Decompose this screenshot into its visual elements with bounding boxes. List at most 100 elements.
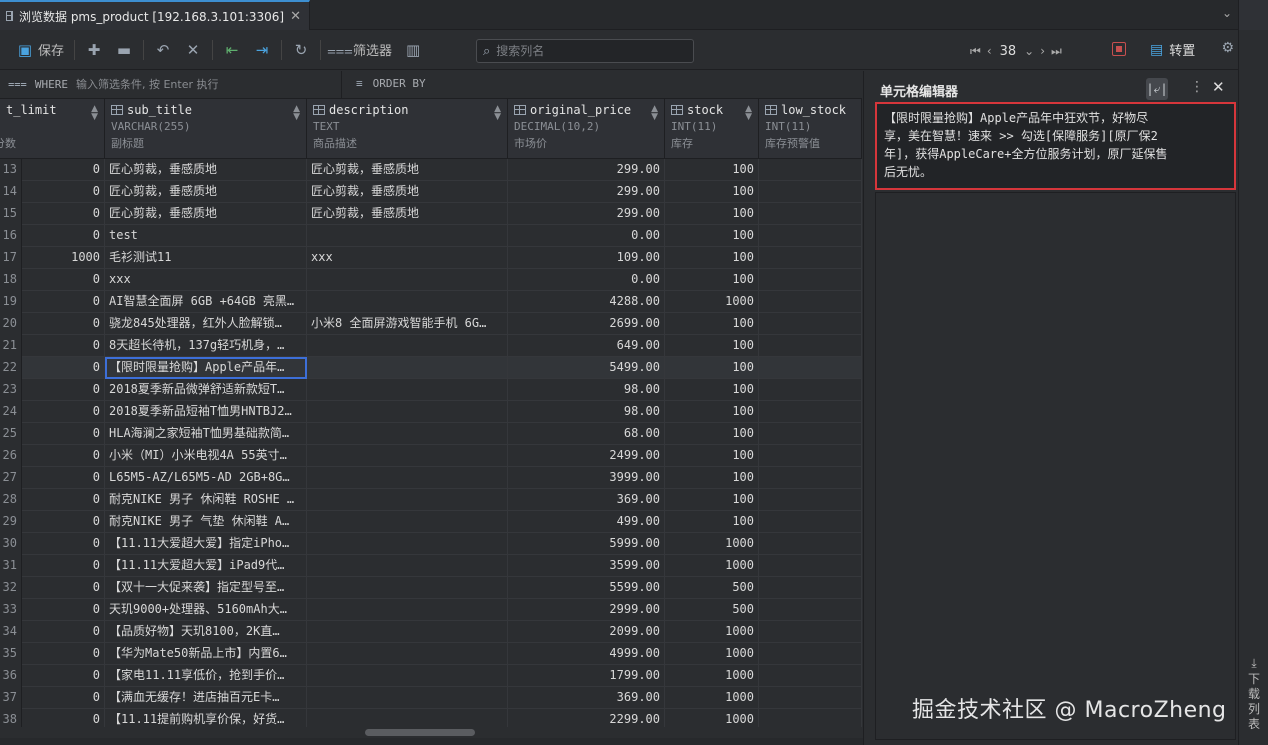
cell-low-stock[interactable] [759,313,862,335]
refresh-button[interactable]: ↻ [286,36,316,64]
cell-sub-title[interactable]: 2018夏季新品微弹舒适新款短T… [105,379,307,401]
cell-original-price[interactable]: 2999.00 [508,599,665,621]
cell-stock[interactable]: 1000 [665,621,759,643]
cell-description[interactable] [307,489,508,511]
cell-low-stock[interactable] [759,423,862,445]
cell-original-price[interactable]: 369.00 [508,687,665,709]
cell-limit[interactable]: 0 [22,269,105,291]
chevron-down-icon[interactable]: ⌄ [1024,44,1034,58]
cell-low-stock[interactable] [759,379,862,401]
table-row[interactable]: 33 0 天玑9000+处理器、5160mAh大… 2999.00 500 [0,599,862,621]
page-number[interactable]: 38 [998,44,1019,59]
sort-icon[interactable]: ▲ ▼ [745,105,752,122]
cell-stock[interactable]: 100 [665,357,759,379]
cell-description[interactable]: xxx [307,247,508,269]
cell-stock[interactable]: 1000 [665,709,759,727]
cell-limit[interactable]: 1000 [22,247,105,269]
cell-description[interactable]: 匠心剪裁，垂感质地 [307,159,508,181]
cell-low-stock[interactable] [759,291,862,313]
cell-low-stock[interactable] [759,335,862,357]
cell-sub-title[interactable]: 毛衫测试11 [105,247,307,269]
cell-stock[interactable]: 500 [665,577,759,599]
cell-original-price[interactable]: 2299.00 [508,709,665,727]
cell-description[interactable] [307,225,508,247]
cell-sub-title[interactable]: 耐克NIKE 男子 休闲鞋 ROSHE … [105,489,307,511]
cell-stock[interactable]: 100 [665,203,759,225]
table-row[interactable]: 36 0 【家电11.11享低价，抢到手价… 1799.00 1000 [0,665,862,687]
cell-description[interactable] [307,423,508,445]
table-row[interactable]: 24 0 2018夏季新品短袖T恤男HNTBJ2… 98.00 100 [0,401,862,423]
first-page-icon[interactable]: ⏮ [970,44,981,59]
cell-limit[interactable]: 0 [22,379,105,401]
settings-icon[interactable]: ⚙ [1221,40,1234,56]
cell-limit[interactable]: 0 [22,621,105,643]
cell-sub-title[interactable]: 【双十一大促来袭】指定型号至… [105,577,307,599]
delete-row-button[interactable]: ▬ [109,36,139,64]
cell-low-stock[interactable] [759,643,862,665]
column-view-button[interactable]: ▥ [398,36,428,64]
cell-sub-title[interactable]: L65M5-AZ/L65M5-AD 2GB+8G… [105,467,307,489]
cell-description[interactable] [307,687,508,709]
cell-sub-title[interactable]: 2018夏季新品短袖T恤男HNTBJ2… [105,401,307,423]
cell-low-stock[interactable] [759,445,862,467]
cell-limit[interactable]: 0 [22,599,105,621]
stop-button[interactable] [1112,42,1126,56]
cell-description[interactable] [307,709,508,727]
cell-low-stock[interactable] [759,401,862,423]
tab-browse-data[interactable]: 浏览数据 pms_product [192.168.3.101:3306] ✕ [0,0,310,30]
cell-low-stock[interactable] [759,225,862,247]
cell-low-stock[interactable] [759,357,862,379]
save-button[interactable]: ▣ 保存 [10,36,70,64]
cell-original-price[interactable]: 4288.00 [508,291,665,313]
last-page-icon[interactable]: ⏭ [1051,44,1062,59]
where-input[interactable] [75,77,306,91]
cell-sub-title[interactable]: 匠心剪裁，垂感质地 [105,181,307,203]
cell-low-stock[interactable] [759,577,862,599]
cell-sub-title[interactable]: 8天超长待机，137g轻巧机身，… [105,335,307,357]
order-by-filter[interactable]: ≡ ORDER BY [356,77,426,90]
table-row[interactable]: 20 0 骁龙845处理器，红外人脸解锁… 小米8 全面屏游戏智能手机 6G… 2699… [0,313,862,335]
cell-low-stock[interactable] [759,599,862,621]
cell-sub-title[interactable]: 【11.11提前购机享价保，好货… [105,709,307,727]
cell-original-price[interactable]: 299.00 [508,203,665,225]
cell-original-price[interactable]: 0.00 [508,269,665,291]
cell-sub-title[interactable]: 【华为Mate50新品上市】内置6… [105,643,307,665]
import-button[interactable]: ⇤ [217,36,247,64]
cell-stock[interactable]: 100 [665,401,759,423]
table-row[interactable]: 19 0 AI智慧全面屏 6GB +64GB 亮黑… 4288.00 1000 [0,291,862,313]
search-input[interactable] [496,44,677,58]
cell-original-price[interactable]: 109.00 [508,247,665,269]
cell-stock[interactable]: 1000 [665,555,759,577]
cell-sub-title[interactable]: test [105,225,307,247]
cell-original-price[interactable]: 5499.00 [508,357,665,379]
column-header-description[interactable]: description TEXT 商品描述 ▲ ▼ [307,99,508,159]
cell-description[interactable] [307,555,508,577]
table-row[interactable]: 29 0 耐克NIKE 男子 气垫 休闲鞋 A… 499.00 100 [0,511,862,533]
cell-description[interactable] [307,269,508,291]
cell-original-price[interactable]: 3999.00 [508,467,665,489]
cell-original-price[interactable]: 0.00 [508,225,665,247]
cell-original-price[interactable]: 4999.00 [508,643,665,665]
cell-limit[interactable]: 0 [22,577,105,599]
chevron-down-icon[interactable]: ⌄ [1222,6,1232,20]
horizontal-scrollbar[interactable] [365,729,475,736]
cell-description[interactable]: 匠心剪裁，垂感质地 [307,203,508,225]
column-header-limit[interactable]: t_limit 分数 ▲▼ [0,99,105,159]
cell-limit[interactable]: 0 [22,291,105,313]
transpose-button[interactable]: ▤ 转置 [1150,40,1195,60]
cell-stock[interactable]: 100 [665,335,759,357]
cell-original-price[interactable]: 2499.00 [508,445,665,467]
cell-low-stock[interactable] [759,709,862,727]
table-row[interactable]: 31 0 【11.11大爱超大爱】iPad9代… 3599.00 1000 [0,555,862,577]
cell-stock[interactable]: 1000 [665,533,759,555]
column-header-sub-title[interactable]: sub_title VARCHAR(255) 副标题 ▲ ▼ [105,99,307,159]
cell-sub-title[interactable]: HLA海澜之家短袖T恤男基础款简… [105,423,307,445]
cell-low-stock[interactable] [759,621,862,643]
cell-sub-title[interactable]: xxx [105,269,307,291]
cell-low-stock[interactable] [759,555,862,577]
sort-icon[interactable]: ▲ ▼ [91,105,98,122]
cell-sub-title[interactable]: 【限时限量抢购】Apple产品年… [105,357,307,379]
cell-low-stock[interactable] [759,159,862,181]
cell-limit[interactable]: 0 [22,335,105,357]
cell-description[interactable]: 匠心剪裁，垂感质地 [307,181,508,203]
